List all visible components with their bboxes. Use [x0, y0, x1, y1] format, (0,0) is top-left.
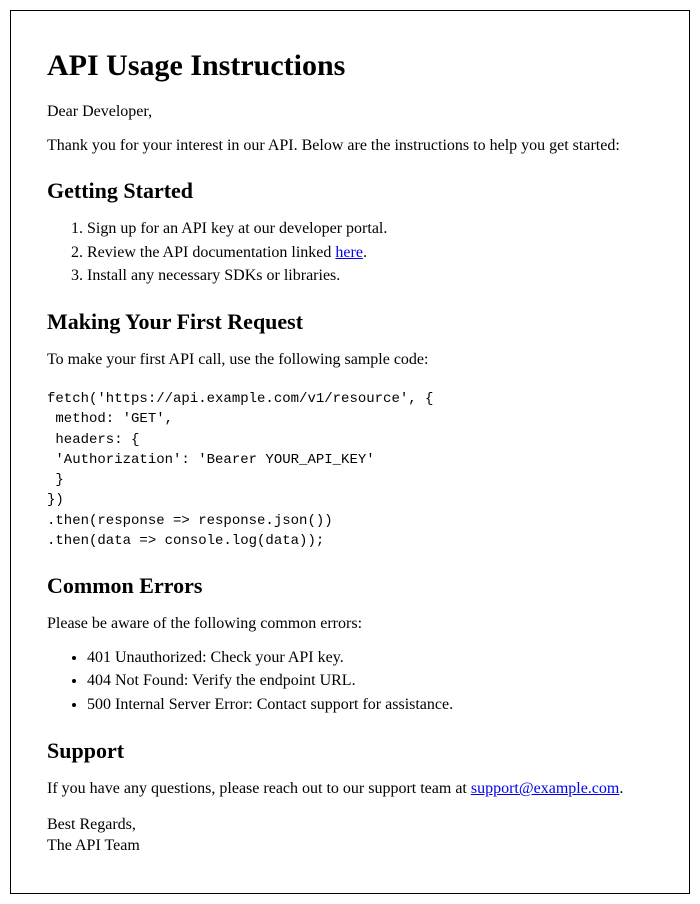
- intro-paragraph: Thank you for your interest in our API. …: [47, 135, 653, 157]
- heading-common-errors: Common Errors: [47, 573, 653, 599]
- signoff: Best Regards, The API Team: [47, 814, 653, 857]
- documentation-link[interactable]: here: [335, 244, 363, 261]
- list-item-text: Review the API documentation linked: [87, 244, 335, 261]
- code-sample: fetch('https://api.example.com/v1/resour…: [47, 389, 653, 551]
- signoff-line1: Best Regards,: [47, 816, 136, 833]
- list-item: Install any necessary SDKs or libraries.: [87, 265, 653, 287]
- signoff-line2: The API Team: [47, 837, 140, 854]
- heading-support: Support: [47, 738, 653, 764]
- heading-getting-started: Getting Started: [47, 178, 653, 204]
- first-request-intro: To make your first API call, use the fol…: [47, 349, 653, 371]
- list-item: 401 Unauthorized: Check your API key.: [87, 647, 653, 669]
- list-item-text: Sign up for an API key at our developer …: [87, 220, 387, 237]
- heading-first-request: Making Your First Request: [47, 309, 653, 335]
- support-email-link[interactable]: support@example.com: [471, 780, 619, 797]
- greeting: Dear Developer,: [47, 101, 653, 123]
- document-page: API Usage Instructions Dear Developer, T…: [10, 10, 690, 894]
- list-item-text: Install any necessary SDKs or libraries.: [87, 267, 340, 284]
- common-errors-list: 401 Unauthorized: Check your API key. 40…: [47, 647, 653, 716]
- list-item: 404 Not Found: Verify the endpoint URL.: [87, 670, 653, 692]
- support-paragraph: If you have any questions, please reach …: [47, 778, 653, 800]
- list-item-suffix: .: [363, 244, 367, 261]
- list-item: Review the API documentation linked here…: [87, 242, 653, 264]
- support-text-suffix: .: [619, 780, 623, 797]
- getting-started-list: Sign up for an API key at our developer …: [47, 218, 653, 287]
- list-item: 500 Internal Server Error: Contact suppo…: [87, 694, 653, 716]
- page-title: API Usage Instructions: [47, 49, 653, 83]
- common-errors-intro: Please be aware of the following common …: [47, 613, 653, 635]
- list-item: Sign up for an API key at our developer …: [87, 218, 653, 240]
- support-text-prefix: If you have any questions, please reach …: [47, 780, 471, 797]
